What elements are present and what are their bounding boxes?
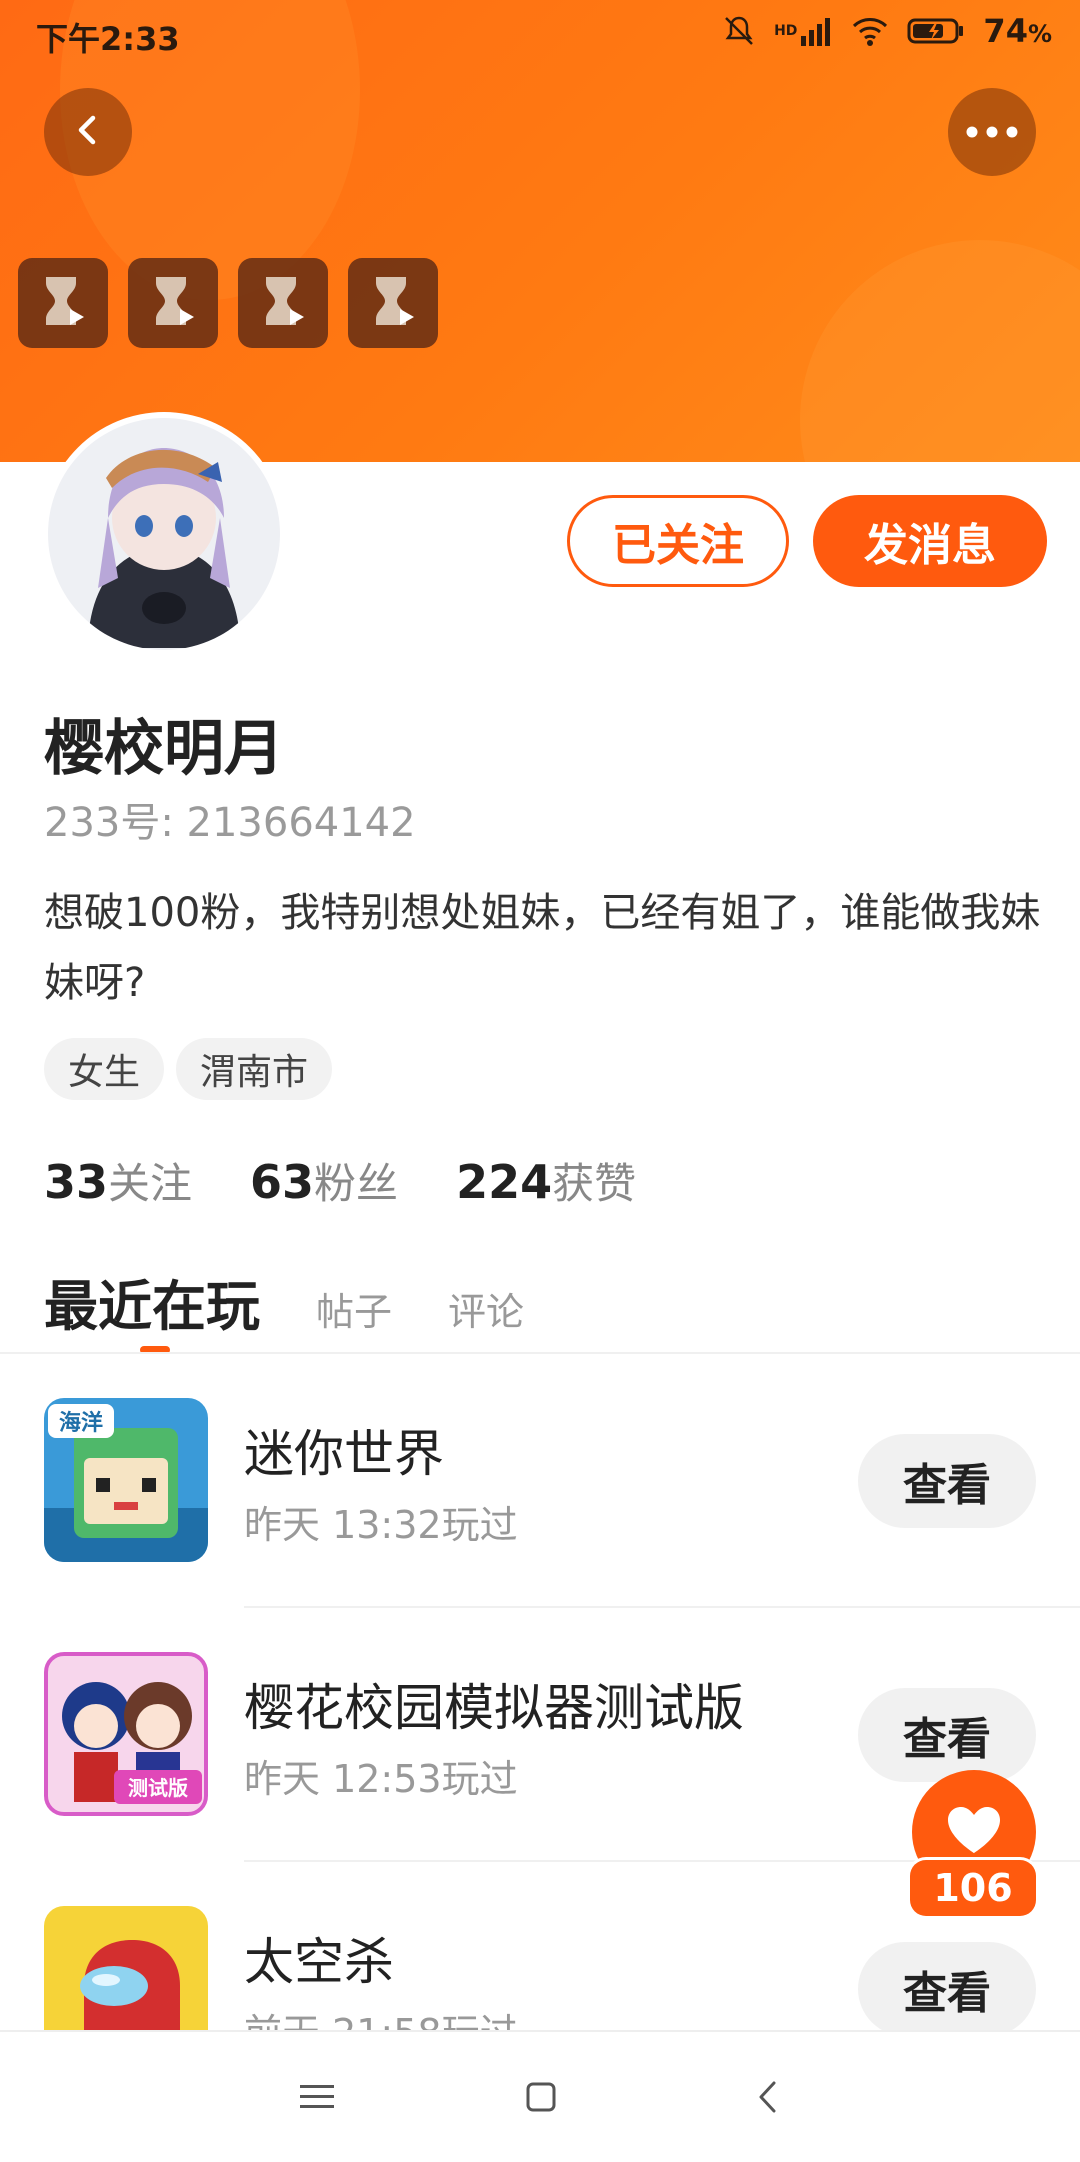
signal-icon: HD: [774, 16, 833, 46]
tab-comments[interactable]: 评论: [448, 1281, 524, 1336]
hourglass-play-icon: [148, 273, 198, 333]
stat-likes: 224获赞: [456, 1150, 636, 1211]
view-button[interactable]: 查看: [858, 1942, 1036, 2030]
user-id: 233号: 213664142: [44, 800, 416, 846]
status-time: 下午2:33: [36, 20, 180, 58]
game-title: 迷你世界: [244, 1425, 444, 1483]
tag-gender: 女生: [44, 1038, 165, 1100]
header-glow: [800, 240, 1080, 462]
message-button[interactable]: 发消息: [813, 495, 1047, 587]
heart-icon: [946, 1805, 1002, 1859]
view-button[interactable]: 查看: [858, 1434, 1036, 1528]
stat-number: 224: [456, 1155, 553, 1209]
stat-fans[interactable]: 63粉丝: [250, 1150, 398, 1211]
game-played-time: 前天 21:58玩过: [244, 2002, 518, 2030]
more-dots-icon: [965, 123, 1019, 142]
mute-bell-icon: [722, 14, 756, 48]
profile-header: 下午2:33 HD 74%: [0, 0, 1080, 462]
game-icon-label: 测试版: [128, 1776, 188, 1800]
network-label: HD: [774, 23, 798, 39]
stat-label: 粉丝: [314, 1159, 399, 1208]
game-played-time: 昨天 12:53玩过: [244, 1757, 518, 1801]
user-name: 樱校明月: [44, 714, 284, 784]
badge-item[interactable]: [238, 258, 328, 348]
user-stats: 33关注 63粉丝 224获赞: [44, 1150, 636, 1211]
avatar[interactable]: [48, 418, 280, 650]
tab-label: 最近在玩: [44, 1275, 260, 1338]
user-tags: 女生 渭南市: [44, 1038, 333, 1100]
profile-tabs: 最近在玩 帖子 评论: [44, 1262, 524, 1354]
stat-following[interactable]: 33关注: [44, 1150, 192, 1211]
hourglass-play-icon: [38, 273, 88, 333]
stat-number: 33: [44, 1155, 109, 1209]
follow-button[interactable]: 已关注: [567, 495, 789, 587]
view-button[interactable]: 查看: [858, 1688, 1036, 1782]
tag-location: 渭南市: [176, 1038, 333, 1100]
user-bio: 想破100粉，我特别想处姐妹，已经有姐了，谁能做我妹妹呀?: [44, 890, 1041, 1006]
tab-recently-played[interactable]: 最近在玩: [44, 1262, 260, 1354]
stat-label: 获赞: [552, 1159, 637, 1208]
status-icons: HD 74%: [722, 12, 1052, 50]
hourglass-play-icon: [368, 273, 418, 333]
game-title: 樱花校园模拟器测试版: [244, 1679, 744, 1737]
stat-number: 63: [250, 1155, 315, 1209]
wifi-icon: [851, 15, 889, 47]
battery-icon: [907, 17, 965, 45]
back-button[interactable]: [44, 88, 132, 176]
back-chevron-icon[interactable]: [742, 2072, 792, 2122]
system-nav-bar: [0, 2030, 1080, 2162]
badge-item[interactable]: [18, 258, 108, 348]
hourglass-play-icon: [258, 273, 308, 333]
status-bar: 下午2:33 HD 74%: [0, 0, 1080, 68]
mini-world-game-icon: 海洋: [44, 1398, 208, 1562]
more-button[interactable]: [948, 88, 1036, 176]
list-item[interactable]: 海洋 迷你世界 昨天 13:32玩过 查看: [0, 1354, 1080, 1608]
tab-posts[interactable]: 帖子: [316, 1281, 392, 1336]
home-square-icon[interactable]: [516, 2072, 566, 2122]
badge-item[interactable]: [348, 258, 438, 348]
badge-item[interactable]: [128, 258, 218, 348]
menu-icon[interactable]: [292, 2072, 342, 2122]
chevron-left-icon: [68, 110, 108, 154]
game-icon-label: 海洋: [59, 1410, 103, 1436]
like-count: 106: [910, 1860, 1036, 1916]
battery-level: 74%: [983, 12, 1052, 50]
game-title: 太空杀: [244, 1933, 394, 1991]
badge-row: [18, 258, 438, 348]
space-kill-game-icon: [44, 1906, 208, 2030]
stat-label: 关注: [108, 1159, 193, 1208]
game-played-time: 昨天 13:32玩过: [244, 1503, 518, 1547]
sakura-school-game-icon: 测试版: [44, 1652, 208, 1816]
